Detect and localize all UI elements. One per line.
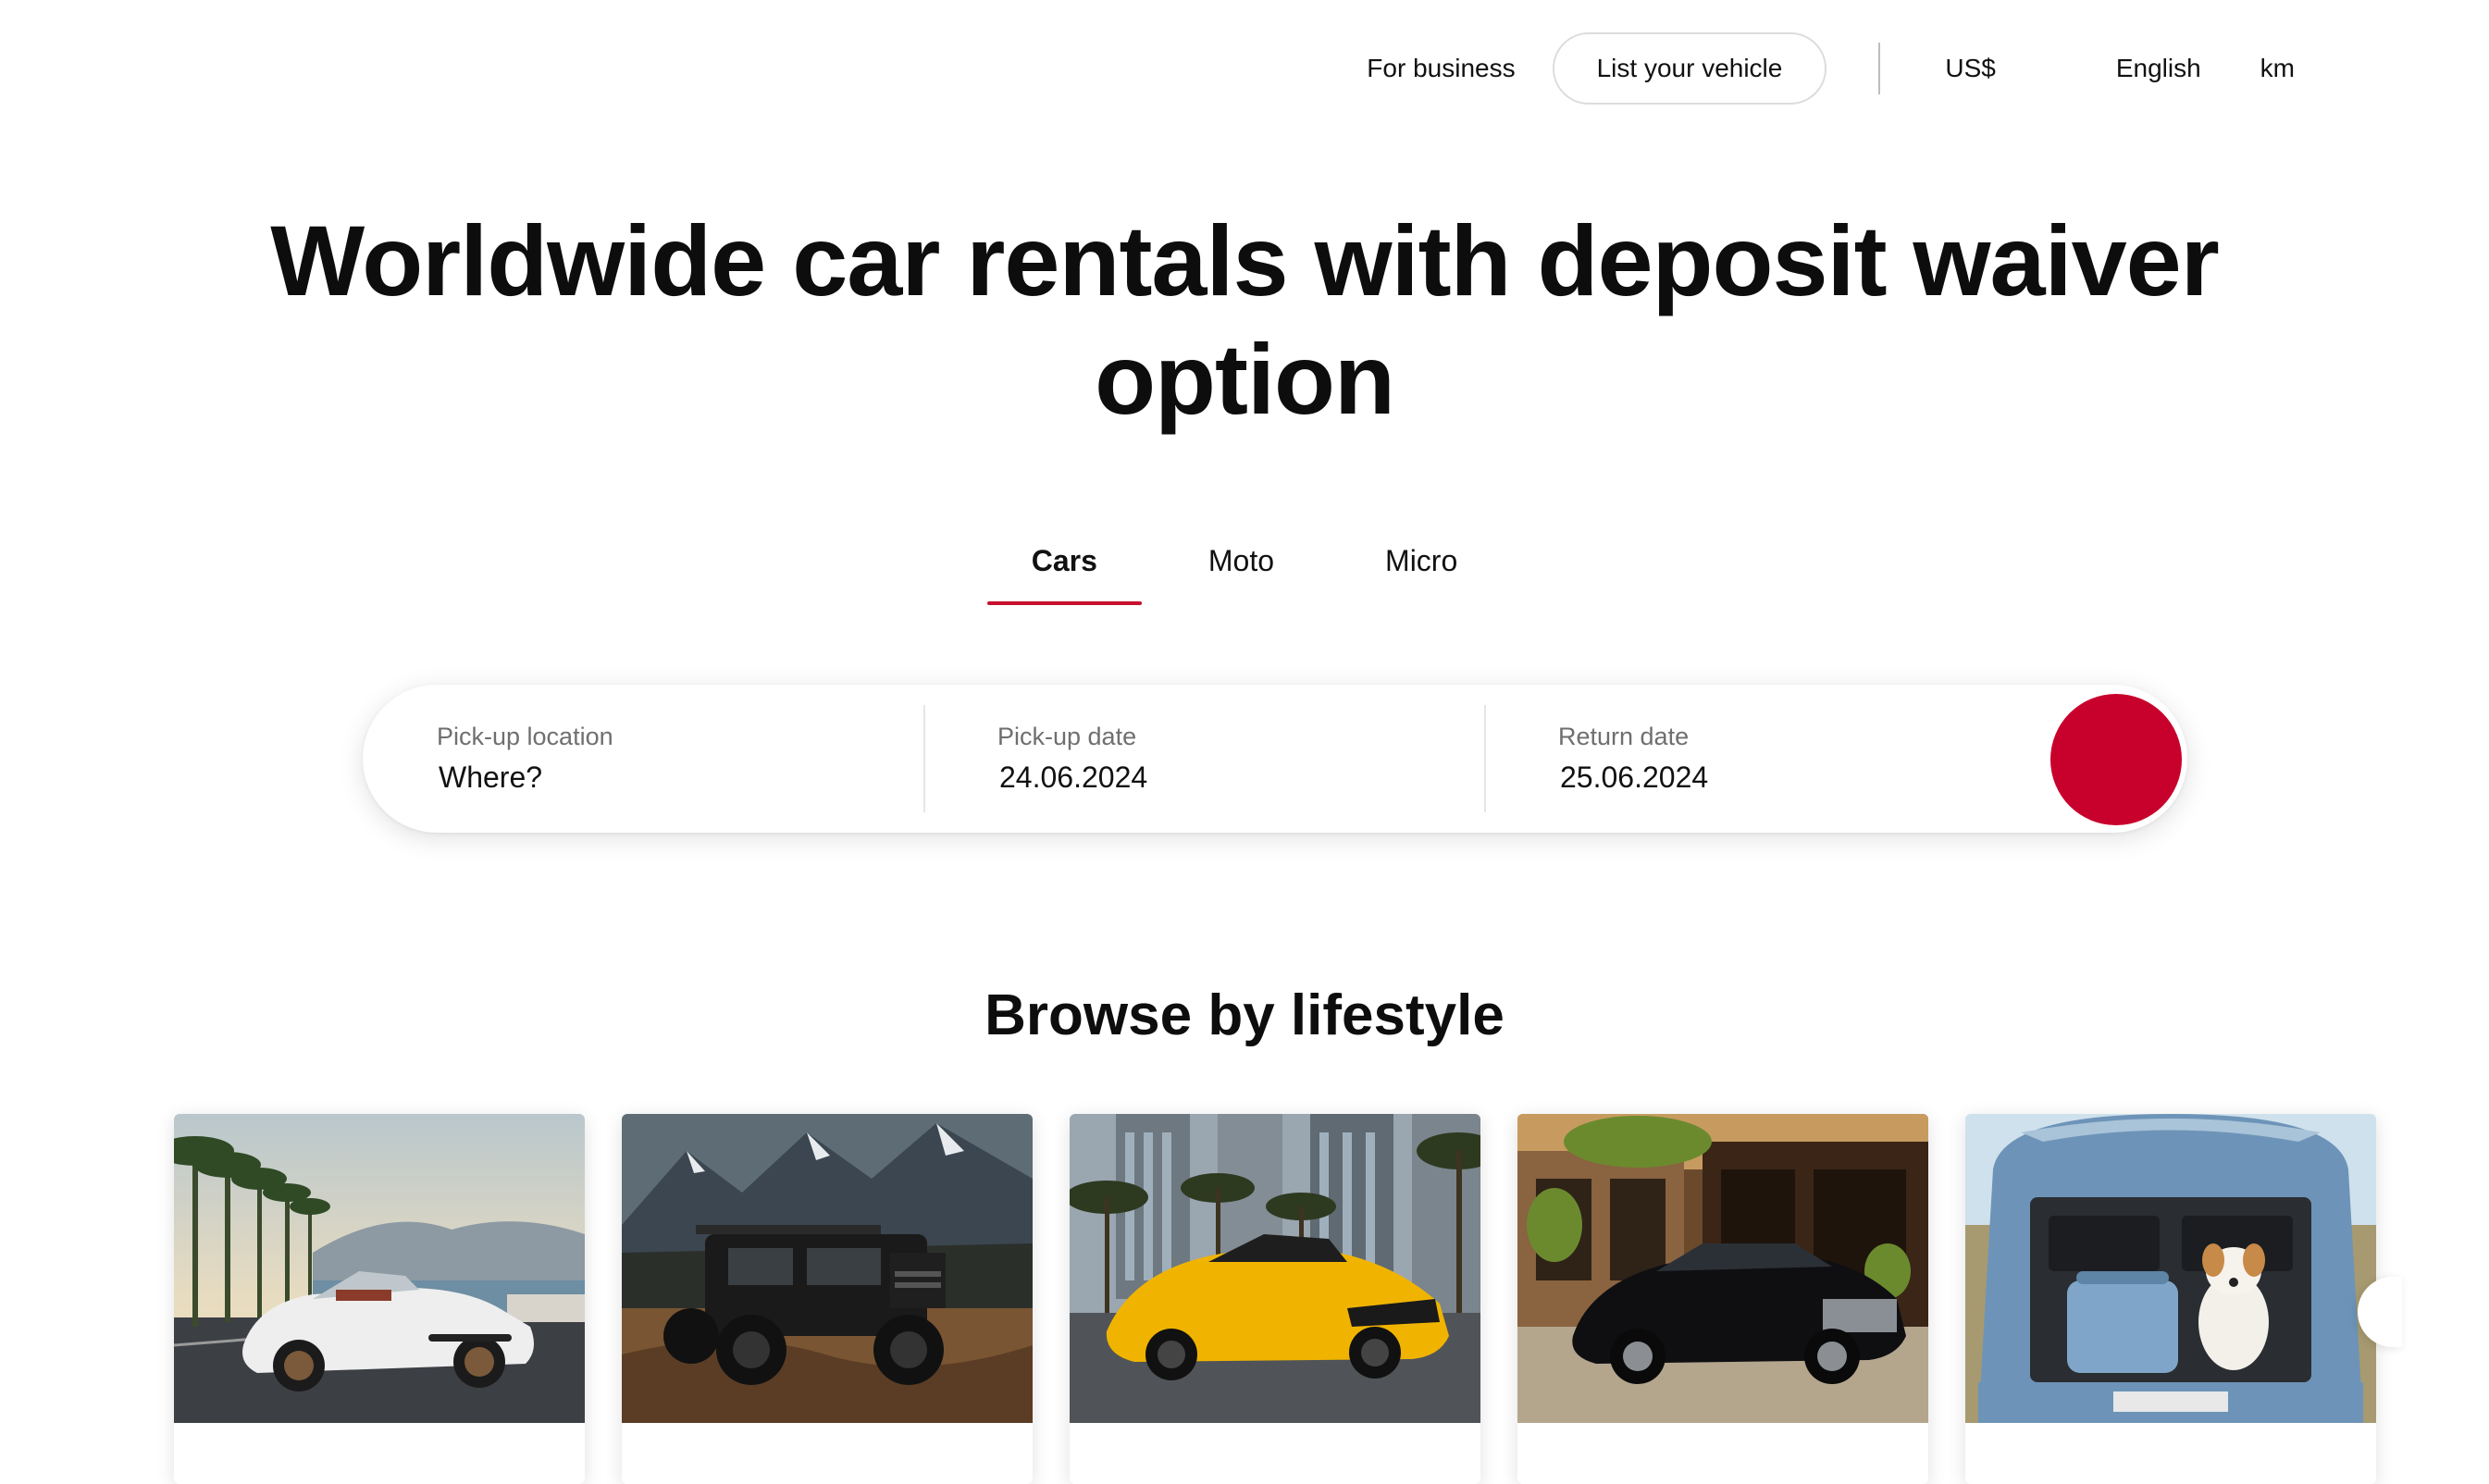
- tab-cars[interactable]: Cars: [986, 535, 1143, 624]
- pickup-location-label: Pick-up location: [437, 723, 613, 750]
- lifestyle-card[interactable]: [1965, 1114, 2376, 1484]
- yellow-supercar-image: [1070, 1114, 1480, 1423]
- lifestyle-card[interactable]: [1517, 1114, 1928, 1484]
- white-convertible-sports-car-image: [174, 1114, 585, 1423]
- lifestyle-card[interactable]: [622, 1114, 1033, 1484]
- search-button[interactable]: [2050, 694, 2182, 825]
- blue-hatchback-dog-image: [1965, 1114, 2376, 1423]
- list-your-vehicle-button[interactable]: List your vehicle: [1552, 32, 1827, 105]
- distance-unit-selector[interactable]: km: [2260, 54, 2295, 83]
- hero-title-line-1: Worldwide car rentals with deposit waive…: [270, 204, 2220, 316]
- pickup-date-field[interactable]: Pick-up date 24.06.2024: [923, 705, 1484, 812]
- search-bar: Pick-up location Where? Pick-up date 24.…: [363, 685, 2187, 833]
- black-offroad-jeep-image: [622, 1114, 1033, 1423]
- pickup-location-input[interactable]: Where?: [437, 761, 923, 795]
- return-date-field[interactable]: Return date 25.06.2024: [1484, 705, 2045, 812]
- pickup-date-label: Pick-up date: [997, 723, 1137, 750]
- pickup-location-field[interactable]: Pick-up location Where?: [363, 705, 923, 812]
- black-luxury-sedan-image: [1517, 1114, 1928, 1423]
- lifestyle-carousel: [174, 1114, 2376, 1484]
- vehicle-type-tabs: Cars Moto Micro: [0, 535, 2489, 624]
- for-business-link[interactable]: For business: [1367, 54, 1515, 83]
- return-date-label: Return date: [1558, 723, 1690, 750]
- return-date-input[interactable]: 25.06.2024: [1558, 761, 2045, 795]
- language-selector[interactable]: English: [2116, 54, 2201, 83]
- tab-micro[interactable]: Micro: [1341, 535, 1502, 624]
- nav-divider: [1878, 43, 1881, 94]
- currency-selector[interactable]: US$: [1945, 54, 1995, 83]
- tab-moto[interactable]: Moto: [1164, 535, 1319, 624]
- hero-title: Worldwide car rentals with deposit waive…: [0, 202, 2489, 439]
- top-navigation: For business List your vehicle US$ Engli…: [1367, 31, 2295, 105]
- lifestyle-card[interactable]: [174, 1114, 585, 1484]
- hero-title-line-2: option: [1095, 323, 1395, 435]
- pickup-date-input[interactable]: 24.06.2024: [997, 761, 1484, 795]
- browse-by-lifestyle-heading: Browse by lifestyle: [984, 983, 1505, 1047]
- lifestyle-card[interactable]: [1070, 1114, 1480, 1484]
